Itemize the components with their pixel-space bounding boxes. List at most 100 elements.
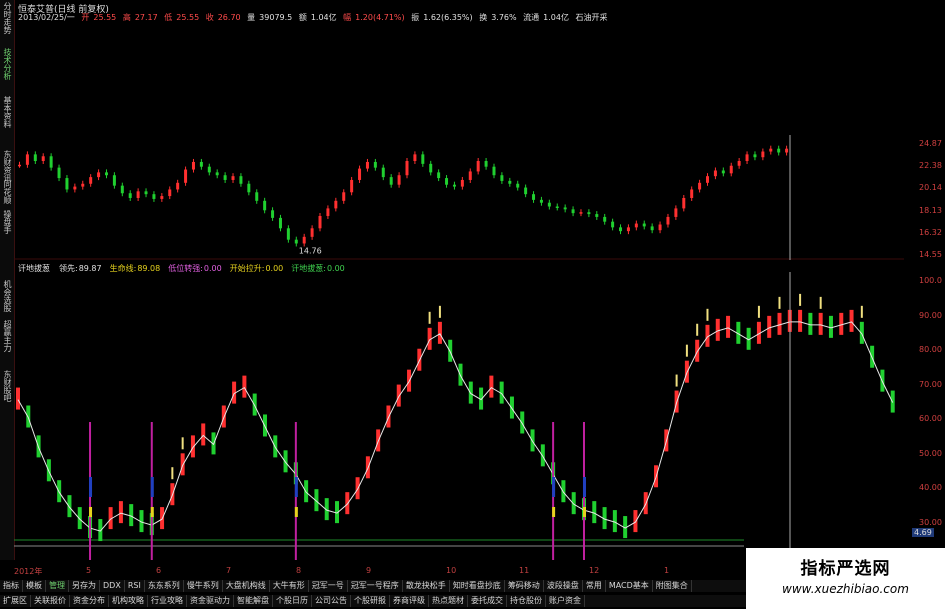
- tab-item[interactable]: 资金驱动力: [187, 595, 234, 607]
- signal-block: [89, 507, 93, 517]
- tab-item[interactable]: 常用: [583, 580, 606, 592]
- indicator-bar: [201, 423, 206, 446]
- left-tab-5[interactable]: 操盘手: [1, 210, 13, 234]
- tab-item[interactable]: MACD基本: [606, 580, 653, 592]
- tab-item[interactable]: 模板: [23, 580, 46, 592]
- tab-item[interactable]: 大牛有形: [270, 580, 309, 592]
- tab-item[interactable]: 冠军一号: [309, 580, 348, 592]
- indicator-chart[interactable]: [14, 272, 904, 562]
- date-axis: 2012年 5 6 7 8 9 10 11 12 1: [14, 566, 744, 576]
- left-tab-4[interactable]: 同花顺: [1, 180, 13, 204]
- candle: [579, 212, 583, 214]
- tab-item[interactable]: 筹码移动: [505, 580, 544, 592]
- candle: [611, 221, 615, 228]
- indicator-bar: [396, 384, 401, 407]
- left-tab-7[interactable]: 超赢主力: [1, 320, 13, 352]
- tab-item[interactable]: 持仓股份: [507, 595, 546, 607]
- axis-tick: 60.00: [919, 414, 942, 423]
- candle: [41, 156, 45, 162]
- tab-item[interactable]: 管理: [46, 580, 69, 592]
- candle: [595, 214, 599, 217]
- candle: [168, 189, 172, 197]
- left-tab-8[interactable]: 东财股吧: [1, 370, 13, 402]
- candle: [239, 176, 243, 184]
- tab-item[interactable]: 散龙抉松手: [403, 580, 450, 592]
- tab-item[interactable]: 资金分布: [70, 595, 109, 607]
- tab-item[interactable]: 慢牛系列: [184, 580, 223, 592]
- candle: [231, 176, 235, 180]
- left-tab-3[interactable]: 东财资讯: [1, 150, 13, 182]
- candle: [247, 183, 251, 193]
- candle: [729, 165, 733, 174]
- candle: [468, 171, 472, 180]
- axis-tick: 14.55: [919, 250, 942, 259]
- indicator-bar: [695, 339, 700, 362]
- candle: [761, 151, 765, 158]
- tab-item[interactable]: 账户资金: [546, 595, 585, 607]
- candle: [18, 164, 21, 167]
- tab-item[interactable]: DDX: [100, 580, 125, 592]
- tab-item[interactable]: 另存为: [69, 580, 100, 592]
- candle: [263, 200, 267, 211]
- left-tab-strip: 分时走势技术分析基本资料东财资讯 同花顺操盘手机会选股超赢主力东财股吧: [0, 0, 15, 560]
- flow-label: 流通: [523, 13, 540, 22]
- price-chart[interactable]: 14.76: [14, 135, 904, 260]
- watermark-badge: 指标严选网 www.xuezhibiao.com: [746, 548, 945, 609]
- date-label: 2012年: [14, 567, 43, 576]
- indicator-bar: [726, 315, 731, 338]
- tab-item[interactable]: 关联报价: [31, 595, 70, 607]
- tab-item[interactable]: 行业攻略: [148, 595, 187, 607]
- signal-block: [294, 507, 298, 517]
- indicator-bar: [767, 315, 772, 338]
- tab-item[interactable]: 个股日历: [273, 595, 312, 607]
- tab-item[interactable]: 公司公告: [312, 595, 351, 607]
- low-value: 25.55: [176, 13, 200, 22]
- candle: [413, 154, 417, 162]
- candle: [176, 182, 180, 190]
- candle: [381, 167, 385, 178]
- candle: [389, 177, 393, 185]
- tab-item[interactable]: 大盘机构线: [223, 580, 270, 592]
- indicator-bar: [798, 309, 803, 332]
- date-label: 5: [86, 566, 92, 575]
- candle: [271, 210, 275, 218]
- tab-item[interactable]: 机构攻略: [109, 595, 148, 607]
- candle: [619, 227, 623, 232]
- indicator-bar: [16, 387, 20, 410]
- indicator-axis: 100.0 90.00 80.00 70.00 60.00 50.00 40.00 30.00…: [905, 272, 945, 562]
- left-tab-1[interactable]: 技术分析: [1, 48, 13, 80]
- indicator-bar: [509, 396, 514, 419]
- axis-tick: 16.32: [919, 227, 942, 237]
- tab-item[interactable]: 附图集合: [653, 580, 692, 592]
- tab-item[interactable]: 波段操盘: [544, 580, 583, 592]
- candle: [358, 168, 362, 180]
- candle: [160, 196, 164, 199]
- candle: [350, 179, 354, 193]
- tab-item[interactable]: 扩展区: [0, 595, 31, 607]
- indicator-bar: [118, 501, 123, 524]
- tab-item[interactable]: 券商评级: [390, 595, 429, 607]
- amp-value: 1.62(6.35%): [423, 13, 473, 22]
- tab-item[interactable]: 热点题材: [429, 595, 468, 607]
- left-tab-0[interactable]: 分时走势: [1, 2, 13, 34]
- indicator-bar: [777, 312, 782, 335]
- tab-item[interactable]: 智能解盘: [234, 595, 273, 607]
- tab-item[interactable]: 冠军一号程序: [348, 580, 403, 592]
- tab-item[interactable]: 个股研报: [351, 595, 390, 607]
- candle: [57, 167, 61, 179]
- candle: [184, 169, 188, 183]
- left-tab-2[interactable]: 基本资料: [1, 96, 13, 128]
- tab-item[interactable]: 知时看盘抄底: [450, 580, 505, 592]
- candle: [421, 154, 425, 164]
- tab-item[interactable]: RSI: [125, 580, 145, 592]
- tab-item[interactable]: 东东系列: [145, 580, 184, 592]
- low-label: 低: [164, 13, 173, 22]
- chg-value: 1.20(4.71%): [355, 13, 405, 22]
- left-tab-6[interactable]: 机会选股: [1, 280, 13, 312]
- axis-tick: 70.00: [919, 379, 942, 389]
- tab-item[interactable]: 指标: [0, 580, 23, 592]
- close-label: 收: [205, 13, 214, 22]
- candle: [342, 192, 346, 201]
- tab-item[interactable]: 委托成交: [468, 595, 507, 607]
- date-label: 11: [519, 566, 530, 575]
